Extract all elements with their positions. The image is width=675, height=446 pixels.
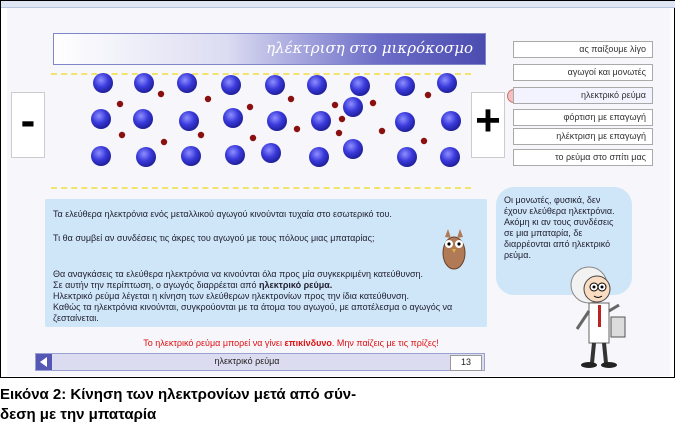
atom [343,139,363,159]
atom [265,75,285,95]
atom [177,73,197,93]
atom [179,111,199,131]
electron [378,127,386,135]
electron [204,95,212,103]
atom [343,97,363,117]
atom [350,76,370,96]
electron [118,131,126,139]
atom [307,75,327,95]
warning-text: Το ηλεκτρικό ρεύμα μπορεί να γίνει επικί… [121,338,461,348]
nav-button-electric-current[interactable]: ηλεκτρικό ρεύμα [513,87,653,104]
prev-page-button[interactable] [36,354,52,370]
warning-pre: Το ηλεκτρικό ρεύμα μπορεί να γίνει [143,338,282,348]
atom [223,108,243,128]
electron [338,115,346,123]
atoms-group [91,73,461,167]
electron [420,137,428,145]
atom [181,146,201,166]
nav-button-conductors-insulators[interactable]: αγωγοί και μονωτές [513,64,653,81]
electron [197,131,205,139]
electron [335,129,343,137]
info-line-4: Καθώς τα ηλεκτρόνια κινούνται, συγκρούον… [53,302,453,312]
page-number: 13 [450,355,482,371]
chevron-left-icon [40,357,47,367]
nav-button-lets-play[interactable]: ας παίξουμε λίγο [513,41,653,58]
info-line-2: Σε αυτήν την περίπτωση, ο αγωγός διαρρέε… [53,280,332,290]
atom [136,147,156,167]
professor-character [570,266,626,368]
warning-post: . Μην παίζεις με τις πρίζες! [331,338,439,348]
atom [261,143,281,163]
info-paragraph-1: Τα ελεύθερα ηλεκτρόνια ενός μεταλλικού α… [53,209,392,219]
atom [133,109,153,129]
atom [91,146,111,166]
atom [309,147,329,167]
electron [160,138,168,146]
atom [267,111,287,131]
caption-line-1: Εικόνα 2: Κίνηση των ηλεκτρονίων μετά απ… [0,386,357,403]
atom [440,147,460,167]
electron [249,134,257,142]
atom [134,73,154,93]
screenshot-frame: ηλέκτριση στο μικρόκοσμο - + ας παίξουμε… [0,0,675,378]
atom [437,73,457,93]
section-label: ηλεκτρικό ρεύμα [214,356,280,366]
info-line-5: ζεσταίνεται. [53,313,99,323]
electron [157,90,165,98]
electron [424,91,432,99]
atom [397,147,417,167]
speech-bubble-text: Οι μονωτές, φυσικά, δεν έχουν ελεύθερα η… [504,195,615,260]
electron [293,125,301,133]
atom [311,111,331,131]
atom [395,112,415,132]
warning-bold: επικίνδυνο [284,338,332,348]
info-question: Τι θα συμβεί αν συνδέσεις τις άκρες του … [53,233,375,243]
atom [225,145,245,165]
info-line-1: Θα αναγκάσεις τα ελεύθερα ηλεκτρόνια να … [53,269,424,279]
atom [91,109,111,129]
nav-button-charging-induction[interactable]: φόρτιση με επαγωγή [513,109,653,126]
info-line-2-bold: ηλεκτρικό ρεύμα. [259,280,333,290]
electron [116,100,124,108]
figure-caption: Εικόνα 2: Κίνηση των ηλεκτρονίων μετά απ… [0,385,675,425]
info-line-3: Ηλεκτρικό ρεύμα λέγεται η κίνηση των ελε… [53,291,410,301]
atom [441,111,461,131]
electron [287,95,295,103]
atom [93,73,113,93]
info-line-2-text: Σε αυτήν την περίπτωση, ο αγωγός διαρρέε… [53,280,257,290]
electron [369,99,377,107]
nav-button-home-current[interactable]: το ρεύμα στο σπίτι μας [513,149,653,166]
bottom-nav-bar: ηλεκτρικό ρεύμα 13 [35,353,485,371]
nav-button-electrification-induction[interactable]: ηλέκτριση με επαγωγή [513,128,653,145]
atom [221,75,241,95]
electron [331,101,339,109]
electron [246,103,254,111]
owl-character [442,229,466,270]
caption-line-2: δεση με την μπαταρία [0,406,157,423]
atom [395,76,415,96]
